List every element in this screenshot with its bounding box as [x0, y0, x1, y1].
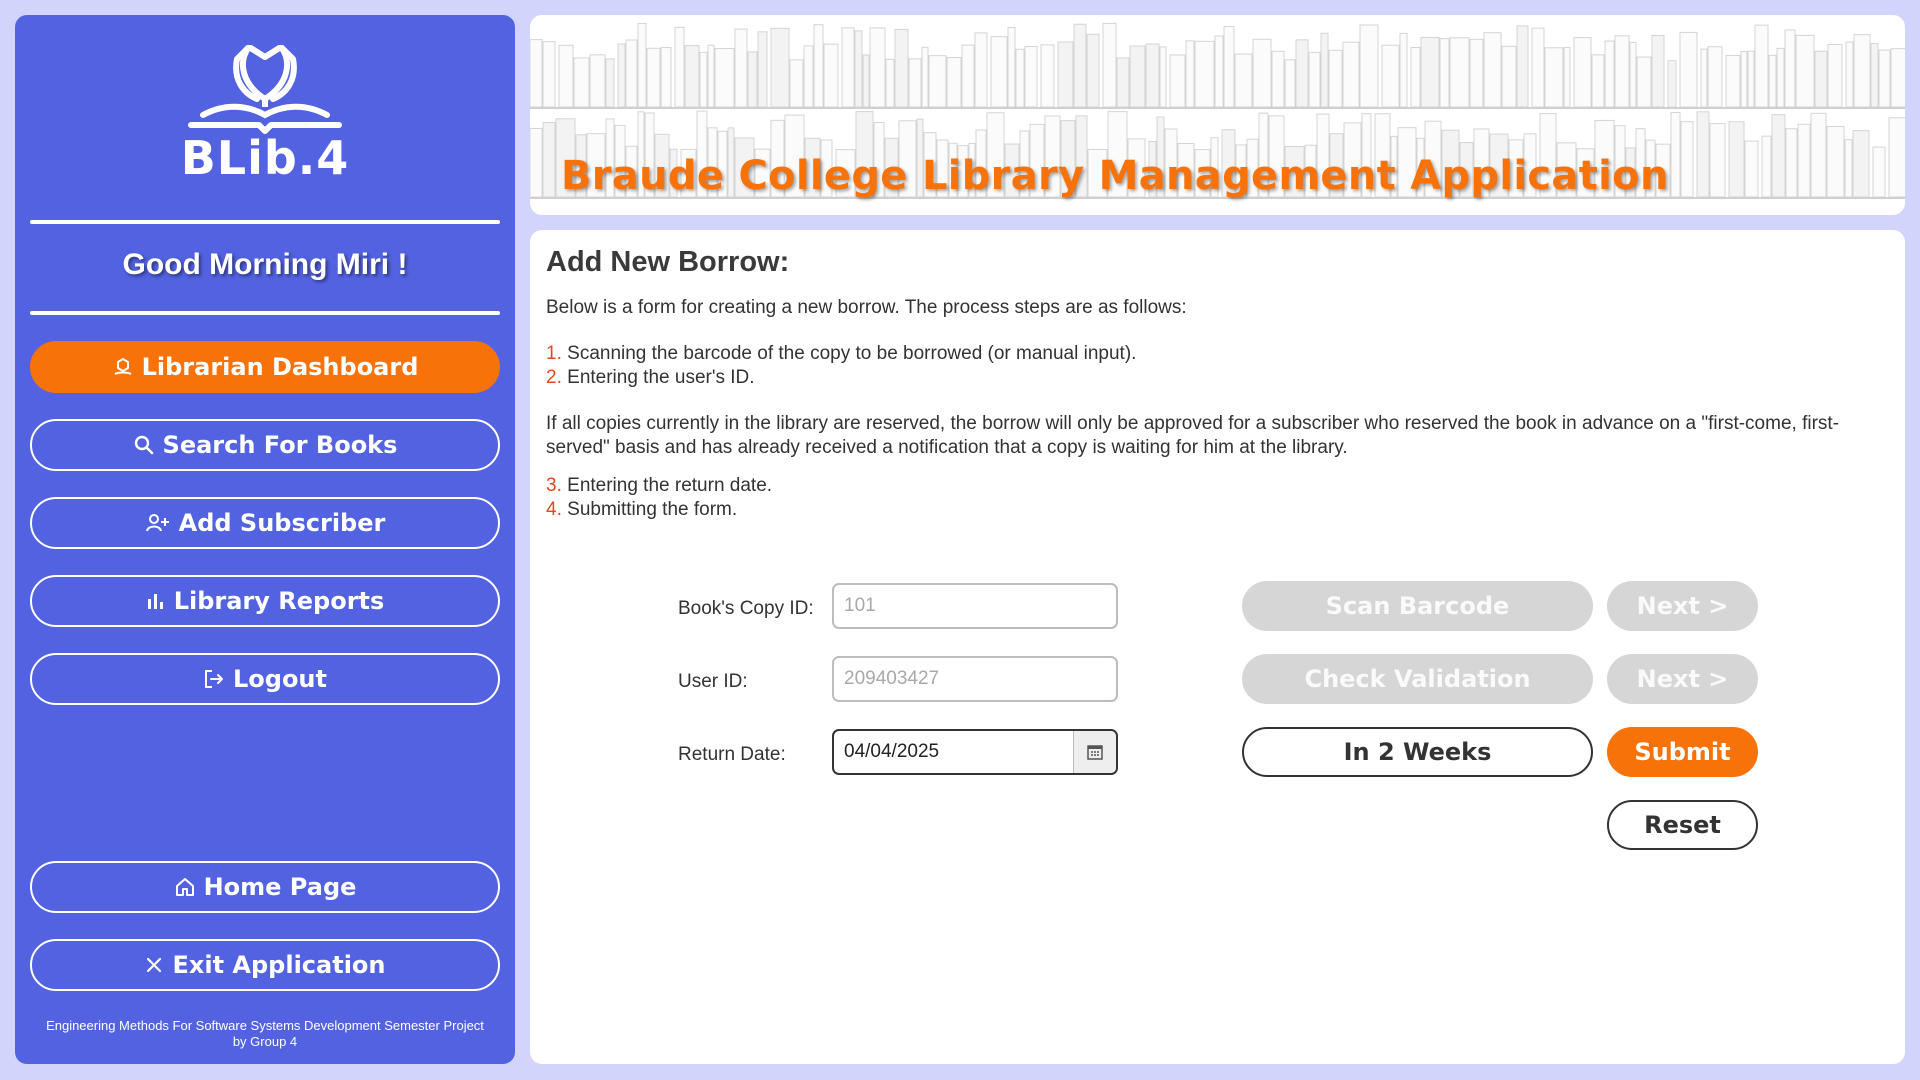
sidebar-item-exit-application[interactable]: Exit Application — [30, 939, 500, 991]
step-item: 4. Submitting the form. — [546, 498, 1886, 522]
sidebar-item-library-reports[interactable]: Library Reports — [30, 575, 500, 627]
close-icon — [144, 955, 164, 975]
submit-button[interactable]: Submit — [1607, 727, 1758, 777]
logo-text: BLib.4 — [180, 131, 350, 185]
scan-barcode-button[interactable]: Scan Barcode — [1242, 581, 1593, 631]
copy-id-label: Book's Copy ID: — [678, 598, 814, 619]
step-text: Submitting the form. — [567, 499, 738, 520]
sidebar-item-label: Add Subscriber — [178, 509, 386, 537]
sidebar-item-label: Exit Application — [172, 951, 386, 979]
next-button-copy[interactable]: Next > — [1607, 581, 1758, 631]
step-text: Entering the user's ID. — [567, 367, 755, 388]
main-panel: Add New Borrow: Below is a form for crea… — [530, 230, 1905, 1064]
return-date-label: Return Date: — [678, 744, 786, 765]
sidebar-divider-top — [30, 220, 500, 224]
tulip-book-logo-icon — [188, 45, 342, 134]
dashboard-icon — [112, 356, 134, 378]
step-item: 1. Scanning the barcode of the copy to b… — [546, 342, 1886, 366]
sidebar: BLib.4 Good Morning Miri ! Librarian Das… — [15, 15, 515, 1064]
sidebar-item-label: Library Reports — [173, 587, 385, 615]
logout-icon — [203, 668, 225, 690]
step-item: 2. Entering the user's ID. — [546, 366, 1886, 390]
return-date-picker[interactable]: 04/04/2025 — [832, 729, 1118, 775]
step-text: Scanning the barcode of the copy to be b… — [567, 343, 1137, 364]
calendar-icon[interactable] — [1073, 731, 1116, 773]
app-title: Braude College Library Management Applic… — [561, 153, 1669, 199]
intro-text: Below is a form for creating a new borro… — [546, 297, 1187, 318]
page-title: Add New Borrow: — [546, 246, 790, 278]
step-number: 1. — [546, 343, 562, 364]
sidebar-footer-note: Engineering Methods For Software Systems… — [15, 1018, 515, 1050]
sidebar-item-label: Home Page — [203, 873, 357, 901]
reservation-note: If all copies currently in the library a… — [546, 413, 1840, 458]
footer-line: by Group 4 — [232, 1034, 298, 1049]
check-validation-button[interactable]: Check Validation — [1242, 654, 1593, 704]
step-number: 3. — [546, 475, 562, 496]
sidebar-item-label: Librarian Dashboard — [141, 353, 419, 381]
user-id-label: User ID: — [678, 671, 748, 692]
return-date-value[interactable]: 04/04/2025 — [834, 741, 1073, 763]
header-banner: Braude College Library Management Applic… — [530, 15, 1905, 215]
sidebar-item-librarian-dashboard[interactable]: Librarian Dashboard — [30, 341, 500, 393]
in-2-weeks-button[interactable]: In 2 Weeks — [1242, 727, 1593, 777]
footer-line: Engineering Methods For Software Systems… — [46, 1018, 484, 1033]
step-number: 4. — [546, 499, 562, 520]
step-number: 2. — [546, 367, 562, 388]
add-user-icon — [145, 512, 171, 534]
instructions: Below is a form for creating a new borro… — [546, 296, 1886, 522]
step-item: 3. Entering the return date. — [546, 474, 1886, 498]
sidebar-item-label: Search For Books — [162, 431, 398, 459]
copy-id-input[interactable]: 101 — [832, 583, 1118, 629]
bar-chart-icon — [146, 591, 166, 611]
reset-button[interactable]: Reset — [1607, 800, 1758, 850]
app-logo: BLib.4 — [15, 45, 515, 185]
sidebar-item-label: Logout — [232, 665, 327, 693]
sidebar-item-add-subscriber[interactable]: Add Subscriber — [30, 497, 500, 549]
sidebar-item-search-for-books[interactable]: Search For Books — [30, 419, 500, 471]
sidebar-divider-bottom — [30, 311, 500, 315]
search-icon — [133, 434, 155, 456]
sidebar-item-logout[interactable]: Logout — [30, 653, 500, 705]
next-button-user[interactable]: Next > — [1607, 654, 1758, 704]
sidebar-item-home-page[interactable]: Home Page — [30, 861, 500, 913]
greeting-text: Good Morning Miri ! — [122, 248, 408, 281]
user-id-input[interactable]: 209403427 — [832, 656, 1118, 702]
step-text: Entering the return date. — [567, 475, 773, 496]
home-icon — [174, 876, 196, 898]
